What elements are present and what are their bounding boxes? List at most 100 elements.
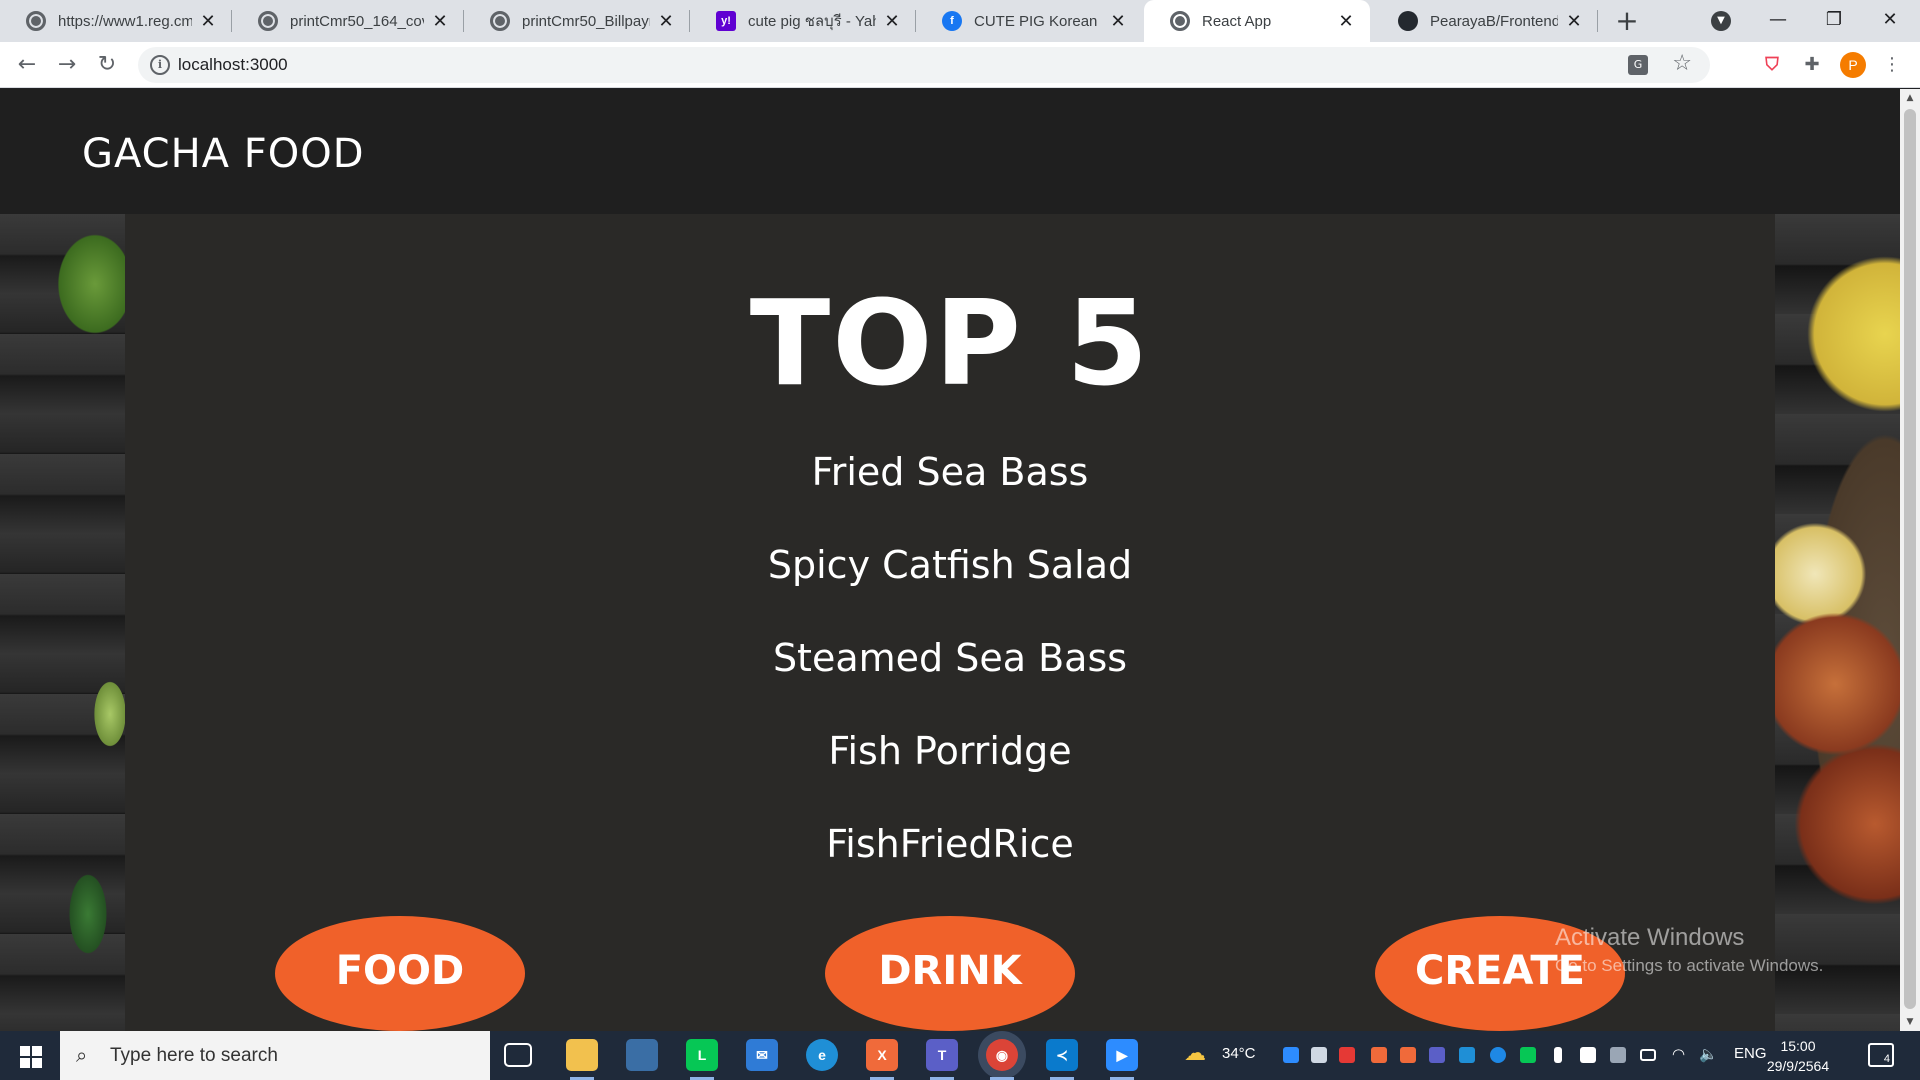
xampp-tray-icon[interactable] xyxy=(1371,1047,1387,1063)
task-view-icon[interactable] xyxy=(504,1043,532,1067)
brand-logo[interactable]: GACHA FOOD xyxy=(82,131,365,177)
close-icon[interactable]: ✕ xyxy=(882,11,902,32)
close-icon[interactable]: ✕ xyxy=(1336,11,1356,32)
close-icon[interactable]: ✕ xyxy=(1564,11,1584,32)
globe-icon xyxy=(258,11,278,31)
minimize-button[interactable]: — xyxy=(1750,0,1806,42)
tab-title: cute pig ชลบุรี - Yahoo xyxy=(748,13,876,30)
tab-title: https://www1.reg.cmu.ac.th xyxy=(58,12,192,30)
watermark-subtitle: Go to Settings to activate Windows. xyxy=(1555,956,1824,975)
tab-title: printCmr50_164_covid xyxy=(290,12,424,30)
taskbar-clock[interactable]: 15:00 29/9/2564 xyxy=(1760,1036,1836,1076)
top-five-list: Fried Sea Bass Spicy Catfish Salad Steam… xyxy=(125,449,1775,914)
url-text: localhost:3000 xyxy=(178,55,288,74)
browser-tab-active[interactable]: React App ✕ xyxy=(1144,0,1370,42)
extensions-icon[interactable]: ✚ xyxy=(1800,53,1824,77)
bluetooth-icon[interactable] xyxy=(1490,1047,1506,1063)
browser-toolbar: ← → ↻ i localhost:3000 G ☆ ⛉ ✚ P ⋮ xyxy=(0,42,1920,88)
site-info-icon[interactable]: i xyxy=(150,55,170,75)
zoom-icon[interactable]: ▶ xyxy=(1106,1039,1138,1080)
github-icon xyxy=(1398,11,1418,31)
line-tray-icon[interactable] xyxy=(1520,1047,1536,1063)
page-title: TOP 5 xyxy=(749,274,1151,412)
antivirus-tray-icon[interactable] xyxy=(1339,1047,1355,1063)
windows-start-icon[interactable] xyxy=(10,1042,50,1070)
zoom-tray-icon[interactable] xyxy=(1283,1047,1299,1063)
new-tab-button[interactable]: + xyxy=(1610,4,1644,38)
browser-tab[interactable]: printCmr50_164_covid ✕ xyxy=(232,0,464,42)
volume-icon[interactable]: 🔈 xyxy=(1699,1045,1718,1063)
tab-title: PearayaB/FrontendProject xyxy=(1430,12,1558,30)
globe-icon xyxy=(1170,11,1190,31)
food-button[interactable]: FOOD xyxy=(275,916,525,1031)
browser-tab[interactable]: printCmr50_Billpayment ✕ xyxy=(464,0,690,42)
mail-icon[interactable]: ✉ xyxy=(746,1039,778,1071)
xampp-icon[interactable]: X xyxy=(866,1039,898,1080)
bookmark-star-icon[interactable]: ☆ xyxy=(1672,51,1692,76)
store-icon[interactable] xyxy=(626,1039,658,1071)
web-page: GACHA FOOD TOP 5 Fried Sea Bass Spicy Ca… xyxy=(0,89,1900,1031)
microphone-icon[interactable] xyxy=(1554,1047,1562,1063)
scroll-up-icon[interactable]: ▲ xyxy=(1900,89,1920,107)
close-icon[interactable]: ✕ xyxy=(1108,11,1128,32)
yahoo-icon: y! xyxy=(716,11,736,31)
watermark-title: Activate Windows xyxy=(1555,924,1745,951)
search-icon: ⌕ xyxy=(76,1043,88,1067)
edge-icon[interactable]: e xyxy=(806,1039,838,1071)
scrollbar-thumb[interactable] xyxy=(1904,109,1916,1009)
globe-icon xyxy=(490,11,510,31)
tab-search-icon[interactable]: ▼ xyxy=(1711,11,1731,31)
close-icon[interactable]: ✕ xyxy=(198,11,218,32)
cloud-tray-icon[interactable] xyxy=(1311,1047,1327,1063)
taskbar-search-input[interactable]: ⌕ Type here to search xyxy=(60,1031,490,1080)
line-app-icon[interactable]: L xyxy=(686,1039,718,1080)
address-bar[interactable]: i localhost:3000 G ☆ xyxy=(138,47,1710,83)
browser-tab[interactable]: https://www1.reg.cmu.ac.th ✕ xyxy=(0,0,232,42)
onedrive-tray-icon[interactable] xyxy=(1459,1047,1475,1063)
close-icon[interactable]: ✕ xyxy=(656,11,676,32)
network-off-icon[interactable] xyxy=(1610,1047,1626,1063)
window-close-button[interactable]: ✕ xyxy=(1862,0,1918,42)
chrome-icon[interactable]: ◉ xyxy=(986,1039,1018,1080)
notification-center-icon[interactable]: 4 xyxy=(1868,1043,1894,1067)
forward-icon[interactable]: → xyxy=(52,50,82,80)
wifi-icon[interactable]: ◠ xyxy=(1672,1045,1685,1063)
profile-avatar[interactable]: P xyxy=(1840,52,1866,78)
clock-date: 29/9/2564 xyxy=(1766,1058,1830,1074)
security-shield-icon[interactable] xyxy=(1580,1047,1596,1063)
pocket-icon[interactable]: ⛉ xyxy=(1760,53,1784,77)
browser-tab[interactable]: PearayaB/FrontendProject ✕ xyxy=(1372,0,1598,42)
restore-button[interactable]: ❐ xyxy=(1806,0,1862,42)
file-explorer-icon[interactable] xyxy=(566,1039,598,1080)
weather-temperature[interactable]: 34°C xyxy=(1222,1045,1256,1062)
tab-title: printCmr50_Billpayment xyxy=(522,12,650,30)
xampp-tray-icon[interactable] xyxy=(1400,1047,1416,1063)
tab-title: CUTE PIG Korean BBQ xyxy=(974,12,1102,30)
scroll-down-icon[interactable]: ▼ xyxy=(1900,1013,1920,1031)
drink-button[interactable]: DRINK xyxy=(825,916,1075,1031)
back-icon[interactable]: ← xyxy=(12,50,42,80)
search-placeholder: Type here to search xyxy=(110,1045,278,1066)
main-content: TOP 5 Fried Sea Bass Spicy Catfish Salad… xyxy=(125,214,1775,1031)
teams-icon[interactable]: T xyxy=(926,1039,958,1080)
browser-tab[interactable]: f CUTE PIG Korean BBQ ✕ xyxy=(916,0,1142,42)
browser-tab[interactable]: y! cute pig ชลบุรี - Yahoo ✕ xyxy=(690,0,916,42)
food-background-right xyxy=(1775,214,1900,1031)
close-icon[interactable]: ✕ xyxy=(430,11,450,32)
translate-icon[interactable]: G xyxy=(1628,55,1648,75)
list-item: Spicy Catfish Salad xyxy=(767,543,1133,587)
weather-icon[interactable]: ☁ xyxy=(1184,1040,1206,1066)
menu-icon[interactable]: ⋮ xyxy=(1880,53,1904,77)
list-item: Fish Porridge xyxy=(828,729,1072,773)
site-header: GACHA FOOD xyxy=(0,89,1900,214)
vscode-icon[interactable]: ≺ xyxy=(1046,1039,1078,1080)
battery-icon[interactable] xyxy=(1640,1049,1656,1061)
facebook-icon: f xyxy=(942,11,962,31)
teams-tray-icon[interactable] xyxy=(1429,1047,1445,1063)
reload-icon[interactable]: ↻ xyxy=(92,50,122,80)
page-scrollbar[interactable]: ▲ ▼ xyxy=(1900,89,1920,1031)
browser-tab-strip: https://www1.reg.cmu.ac.th ✕ printCmr50_… xyxy=(0,0,1920,42)
globe-icon xyxy=(26,11,46,31)
list-item: Steamed Sea Bass xyxy=(772,636,1128,680)
windows-taskbar: ⌕ Type here to search L ✉ e X T ◉ ≺ ▶ ☁ … xyxy=(0,1031,1920,1080)
